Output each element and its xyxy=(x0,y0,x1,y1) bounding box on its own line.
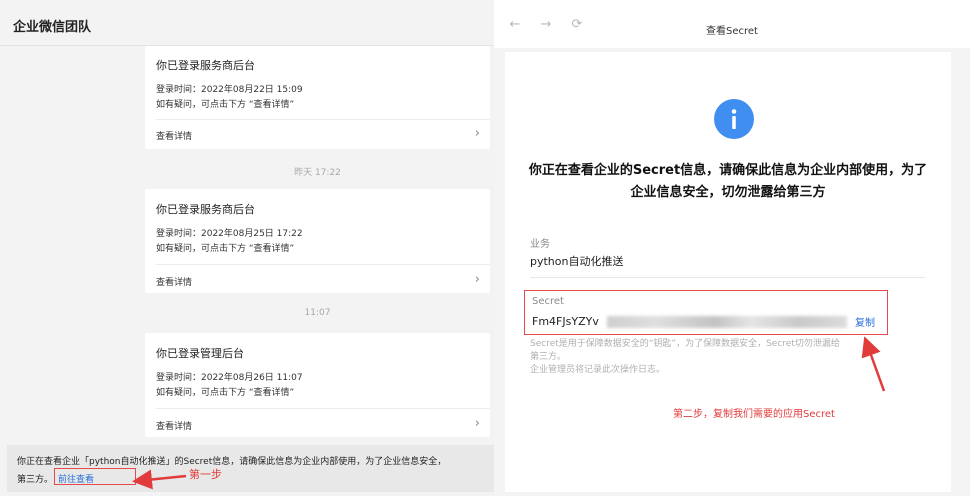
secret-description-line: 企业管理员将记录此次操作日志。 xyxy=(530,365,666,375)
card-title: 你已登录服务商后台 xyxy=(156,59,255,72)
login-card: 你已登录管理后台 登录时间：2022年08月26日 11:07 如有疑问，可点击… xyxy=(145,333,490,437)
card-login-time: 登录时间：2022年08月22日 15:09 xyxy=(156,85,303,95)
secret-highlight-box: Secret Fm4FJsYZYv 复制 xyxy=(524,290,888,335)
goto-view-link[interactable]: 前往查看 xyxy=(54,468,136,485)
field-divider xyxy=(530,277,925,278)
secret-value[interactable]: Fm4FJsYZYv xyxy=(532,315,599,328)
login-card: 你已登录服务商后台 登录时间：2022年08月25日 17:22 如有疑问，可点… xyxy=(145,189,490,293)
step1-annotation: 第一步 xyxy=(189,468,222,481)
chat-title: 企业微信团队 xyxy=(13,20,92,35)
chevron-right-icon[interactable]: › xyxy=(475,126,480,141)
secret-warning-text: 你正在查看企业的Secret信息，请确保此信息为企业内部使用，为了企业信息安全，… xyxy=(528,163,928,200)
time-separator: 昨天 17:22 xyxy=(294,168,341,178)
step2-annotation: 第二步，复制我们需要的应用Secret xyxy=(673,409,835,420)
secret-redacted-blur xyxy=(607,316,847,328)
card-hint: 如有疑问，可点击下方 “查看详情” xyxy=(156,388,295,398)
window-title: 查看Secret xyxy=(706,26,758,37)
secret-description-line: 第三方。 xyxy=(530,352,567,362)
card-view-details-link[interactable]: 查看详情 xyxy=(156,129,192,142)
card-view-details-link[interactable]: 查看详情 xyxy=(156,419,192,432)
card-title: 你已登录服务商后台 xyxy=(156,203,255,216)
secret-dialog: 你正在查看企业的Secret信息，请确保此信息为企业内部使用，为了企业信息安全，… xyxy=(505,52,951,492)
business-label: 业务 xyxy=(530,239,550,250)
window-toolbar: ← → ⟳ 查看Secret xyxy=(494,0,970,48)
card-hint: 如有疑问，可点击下方 “查看详情” xyxy=(156,100,295,110)
notice-text: 你正在查看企业「python自动化推送」的Secret信息，请确保此信息为企业内… xyxy=(17,457,447,467)
chevron-right-icon[interactable]: › xyxy=(475,416,480,431)
secret-description-line: Secret是用于保障数据安全的“钥匙”，为了保障数据安全，Secret切勿泄漏… xyxy=(530,339,840,349)
time-separator: 11:07 xyxy=(304,308,331,318)
card-view-details-link[interactable]: 查看详情 xyxy=(156,275,192,288)
card-login-time: 登录时间：2022年08月26日 11:07 xyxy=(156,373,303,383)
notice-text-end: 第三方。 xyxy=(17,475,54,485)
card-divider xyxy=(156,408,490,409)
card-divider xyxy=(156,264,490,265)
secret-description: Secret是用于保障数据安全的“钥匙”，为了保障数据安全，Secret切勿泄漏… xyxy=(530,338,930,377)
info-icon xyxy=(714,99,754,139)
secret-window: ← → ⟳ 查看Secret 你正在查看企业的Secret信息，请确保此信息为企… xyxy=(494,0,970,496)
chat-header: 企业微信团队 xyxy=(0,0,494,46)
login-card: 你已登录服务商后台 登录时间：2022年08月22日 15:09 如有疑问，可点… xyxy=(145,46,490,149)
chevron-right-icon[interactable]: › xyxy=(475,272,480,287)
secret-notice-message: 你正在查看企业「python自动化推送」的Secret信息，请确保此信息为企业内… xyxy=(7,445,494,492)
chat-panel: 企业微信团队 你已登录服务商后台 登录时间：2022年08月22日 15:09 … xyxy=(0,0,494,496)
card-hint: 如有疑问，可点击下方 “查看详情” xyxy=(156,244,295,254)
screenshot-stage: 企业微信团队 你已登录服务商后台 登录时间：2022年08月22日 15:09 … xyxy=(0,0,970,496)
copy-button[interactable]: 复制 xyxy=(855,314,875,329)
card-divider xyxy=(156,119,490,120)
card-login-time: 登录时间：2022年08月25日 17:22 xyxy=(156,229,303,239)
card-title: 你已登录管理后台 xyxy=(156,347,244,360)
business-value: python自动化推送 xyxy=(530,255,624,268)
secret-label: Secret xyxy=(532,296,564,307)
